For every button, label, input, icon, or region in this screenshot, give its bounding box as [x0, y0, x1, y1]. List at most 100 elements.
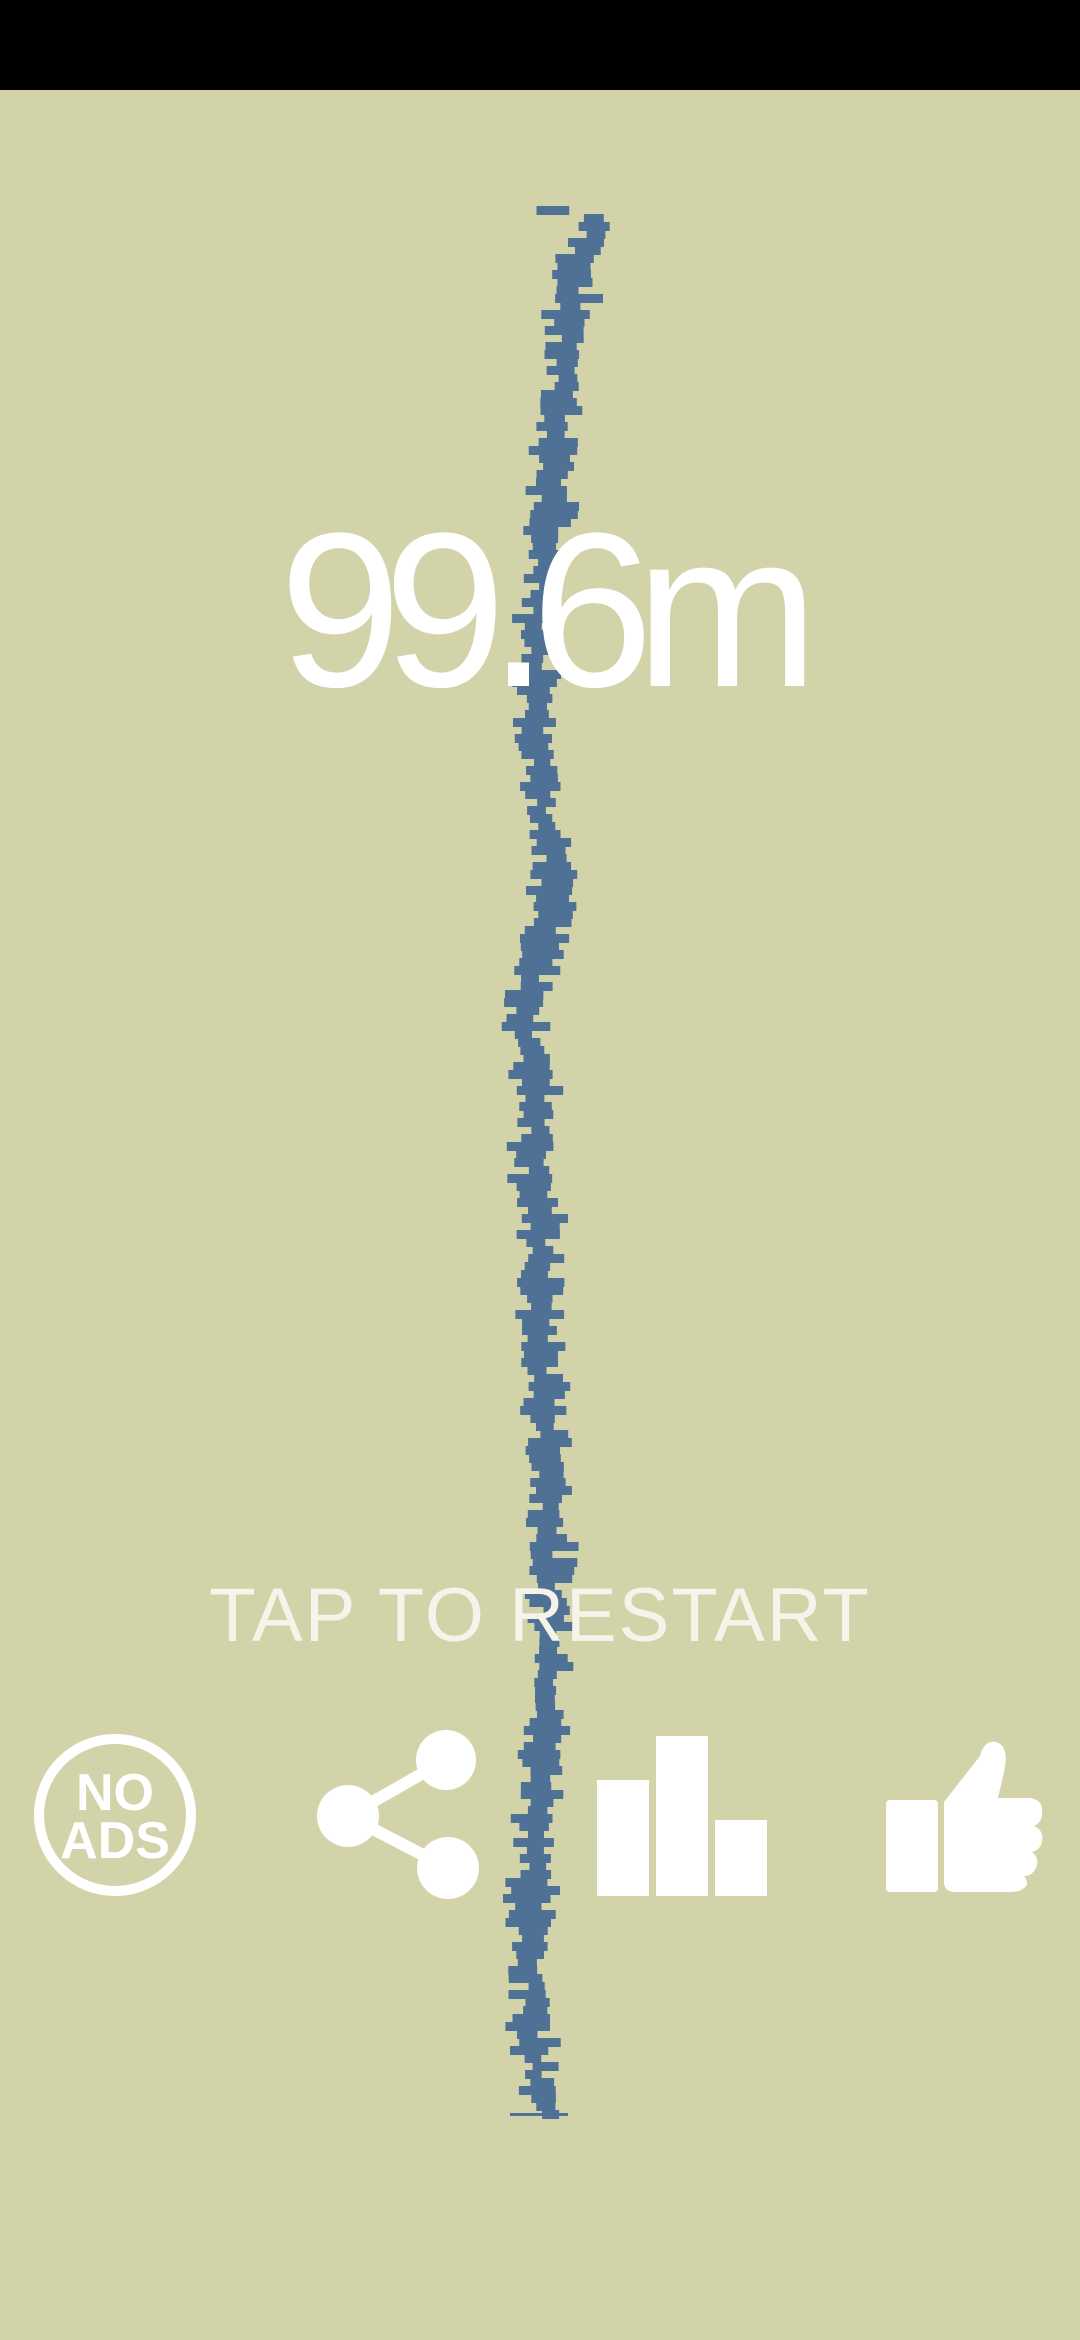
- tower-block-182: [539, 1662, 574, 1671]
- tower-block-135: [520, 1286, 564, 1295]
- tower-block-98: [505, 990, 544, 999]
- tower-block-230: [510, 2046, 549, 2055]
- tower-block-12: [560, 302, 581, 311]
- tower-block-195: [530, 1766, 563, 1775]
- tower-block-184: [534, 1678, 554, 1687]
- tower-block-21: [558, 374, 578, 383]
- tower-block-47: [539, 582, 559, 591]
- tower-block-56: [521, 654, 544, 663]
- tower-block-115: [531, 1126, 550, 1135]
- share-button[interactable]: [312, 1728, 484, 1904]
- tower-block-121: [507, 1174, 553, 1183]
- tower-block-144: [521, 1358, 558, 1367]
- tower-block-84: [541, 878, 574, 887]
- tower-block-150: [520, 1406, 567, 1415]
- tower-block-3: [586, 230, 606, 239]
- tower-block-198: [520, 1790, 564, 1799]
- tower-block-216: [522, 1934, 544, 1943]
- tower-block-89: [533, 918, 572, 927]
- tower-block-116: [521, 1134, 553, 1143]
- tower-block-206: [519, 1854, 551, 1863]
- tower-block-183: [537, 1670, 557, 1679]
- tower-block-32: [543, 462, 574, 471]
- tower-block-54: [524, 638, 563, 647]
- tower-block-212: [515, 1902, 542, 1911]
- tower-block-222: [528, 1982, 545, 1991]
- tower-block-215: [518, 1926, 548, 1935]
- tower-block-202: [519, 1822, 549, 1831]
- no-ads-button[interactable]: NO ADS: [30, 1730, 200, 1900]
- tower-block-138: [515, 1310, 565, 1319]
- tower-block-181: [534, 1654, 568, 1663]
- tower-block-168: [530, 1550, 553, 1559]
- tower-block-50: [533, 606, 554, 615]
- tower-block-27: [536, 422, 568, 431]
- tower-block-60: [517, 686, 550, 695]
- tower-block-14: [554, 318, 585, 327]
- tower-block-178: [539, 1630, 557, 1639]
- tower-block-171: [536, 1574, 573, 1583]
- tower-block-237: [536, 2102, 556, 2111]
- tower-block-218: [516, 1950, 544, 1959]
- share-icon: [317, 1730, 479, 1899]
- tower-block-77: [538, 822, 556, 831]
- tower-block-18: [544, 350, 580, 359]
- tower-block-59: [512, 678, 557, 687]
- tower-block-141: [527, 1334, 548, 1343]
- tower-block-45: [533, 566, 550, 575]
- leaderboard-button[interactable]: [594, 1734, 770, 1896]
- tower-block-41: [531, 534, 559, 543]
- tower-block-73: [525, 790, 551, 799]
- tower-block-235: [518, 2086, 556, 2095]
- tower-block-90: [524, 926, 556, 935]
- tower-block-234: [530, 2078, 555, 2087]
- tower-block-163: [527, 1510, 560, 1519]
- tower-block-58: [526, 670, 561, 679]
- tower-block-120: [528, 1166, 550, 1175]
- tower-block-66: [514, 734, 552, 743]
- tower-block-112: [519, 1102, 552, 1111]
- tower-block-43: [528, 550, 568, 559]
- tower-block-1: [583, 214, 604, 223]
- tower-block-104: [518, 1038, 541, 1047]
- tower-block-51: [512, 614, 559, 623]
- tower-block-93: [522, 950, 564, 959]
- tower-block-107: [513, 1062, 550, 1071]
- tower-block-209: [505, 1878, 548, 1887]
- tower-block-229: [519, 2038, 561, 2047]
- tower-block-95: [514, 966, 561, 975]
- tower-block-204: [513, 1838, 554, 1847]
- no-ads-label-line2: ADS: [60, 1812, 170, 1870]
- tower-block-128: [516, 1230, 560, 1239]
- tower-block-102: [501, 1022, 551, 1031]
- tower-block-213: [508, 1910, 556, 1919]
- tower-block-162: [542, 1502, 559, 1511]
- tower-block-189: [529, 1718, 562, 1727]
- tower-block-31: [539, 454, 570, 463]
- tower-block-74: [537, 798, 556, 807]
- tower-block-78: [529, 830, 561, 839]
- tower-block-87: [533, 902, 577, 911]
- tower-block-55: [531, 646, 556, 655]
- tower-block-11: [555, 294, 603, 303]
- tower-block-71: [530, 774, 558, 783]
- tower-block-187: [535, 1702, 556, 1711]
- tower-block-22: [554, 382, 579, 391]
- tower-block-9: [557, 278, 593, 287]
- tower-block-109: [522, 1078, 550, 1087]
- tower-block-37: [533, 502, 579, 511]
- tower-block-193: [517, 1750, 561, 1759]
- tower-block-8: [552, 270, 591, 279]
- tower-block-101: [506, 1014, 534, 1023]
- tower-block-99: [504, 998, 544, 1007]
- tower-block-211: [503, 1894, 551, 1903]
- tower-block-111: [525, 1094, 545, 1103]
- tower-block-148: [533, 1390, 565, 1399]
- tower-block-100: [516, 1006, 540, 1015]
- rate-button[interactable]: [884, 1736, 1046, 1892]
- tower-block-166: [536, 1534, 567, 1543]
- tower-block-172: [538, 1582, 555, 1591]
- tower-block-28: [547, 430, 565, 439]
- tower-block-106: [523, 1054, 550, 1063]
- tower-block-129: [526, 1238, 546, 1247]
